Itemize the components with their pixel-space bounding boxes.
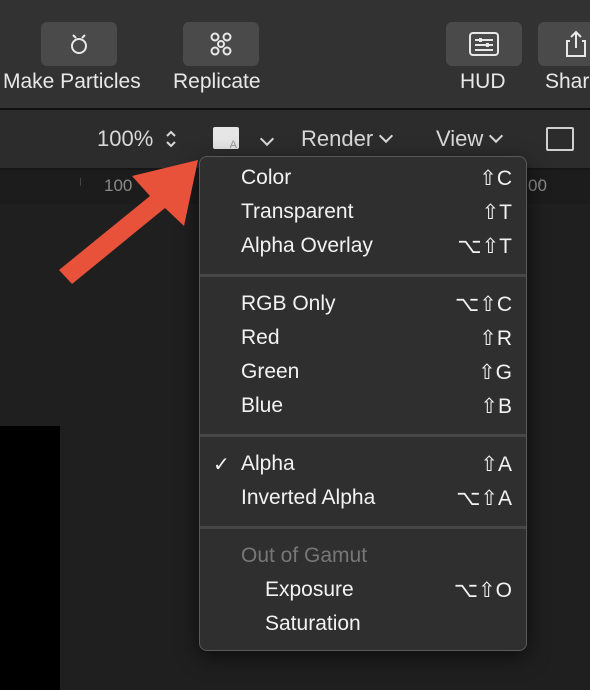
red-arrow-annotation bbox=[59, 160, 198, 284]
arrow-icon bbox=[59, 160, 198, 284]
